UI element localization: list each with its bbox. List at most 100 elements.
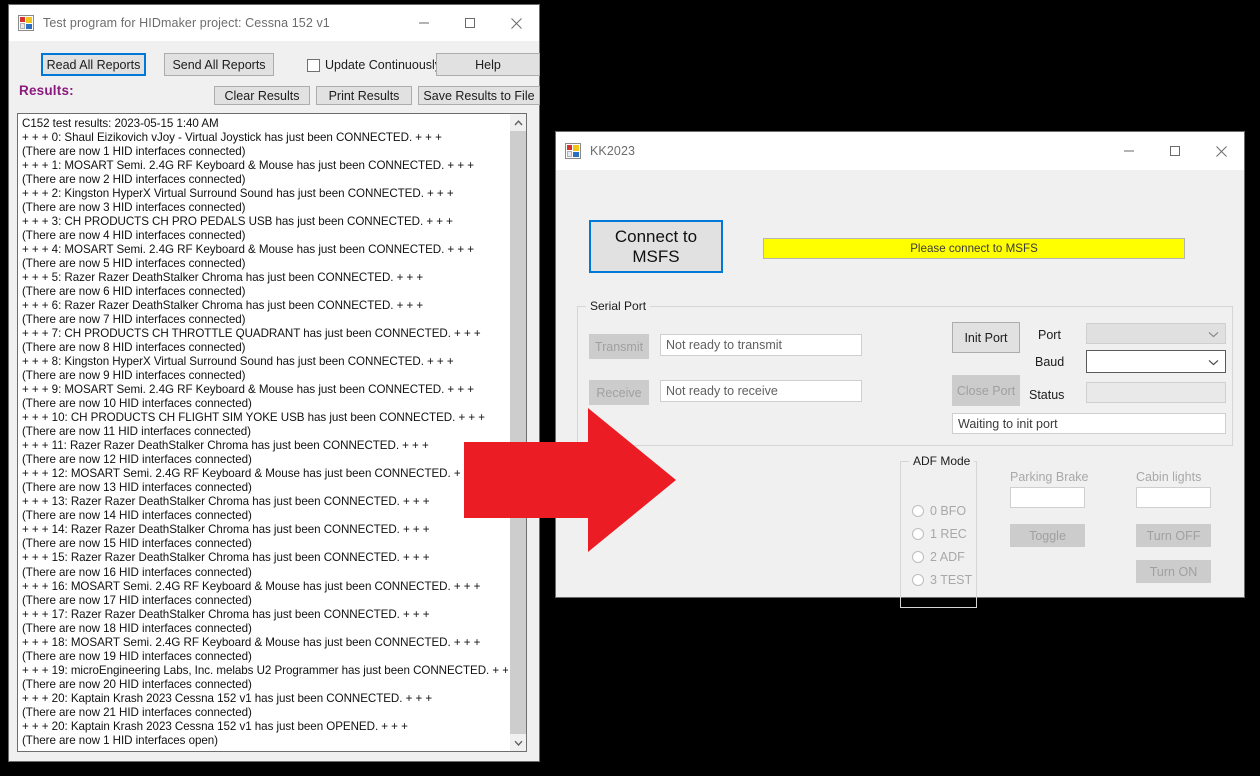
cabin-lights-field — [1136, 487, 1211, 508]
results-line: + + + 14: Razer Razer DeathStalker Chrom… — [22, 523, 430, 537]
chevron-down-icon — [1208, 327, 1219, 341]
results-line: (There are now 16 HID interfaces connect… — [22, 565, 252, 579]
adf-mode-option-2[interactable]: 2 ADF — [912, 550, 965, 564]
adf-mode-option-1[interactable]: 1 REC — [912, 527, 967, 541]
results-line: + + + 3: CH PRODUCTS CH PRO PEDALS USB h… — [22, 215, 453, 229]
results-line: + + + 4: MOSART Semi. 2.4G RF Keyboard &… — [22, 243, 474, 257]
results-line: + + + 12: MOSART Semi. 2.4G RF Keyboard … — [22, 467, 481, 481]
transmit-status-field[interactable]: Not ready to transmit — [660, 334, 862, 356]
results-line: (There are now 20 HID interfaces connect… — [22, 677, 252, 691]
results-line: + + + 19: microEngineering Labs, Inc. me… — [22, 663, 508, 677]
minimize-icon[interactable] — [401, 5, 447, 41]
receive-status-field[interactable]: Not ready to receive — [660, 380, 862, 402]
radio-icon — [912, 505, 924, 517]
results-line: (There are now 11 HID interfaces connect… — [22, 425, 251, 439]
app-grid-icon — [565, 143, 581, 159]
results-line: (There are now 17 HID interfaces connect… — [22, 593, 252, 607]
close-port-button[interactable]: Close Port — [952, 375, 1020, 406]
hidmaker-client-area: Read All Reports Send All Reports Update… — [9, 41, 540, 761]
titlebar-kk2023[interactable]: KK2023 — [556, 132, 1244, 170]
results-line: (There are now 5 HID interfaces connecte… — [22, 257, 246, 271]
results-line: (There are now 12 HID interfaces connect… — [22, 453, 252, 467]
init-port-button[interactable]: Init Port — [952, 322, 1020, 353]
cabin-lights-turn-off-button[interactable]: Turn OFF — [1136, 524, 1211, 547]
results-line: (There are now 21 HID interfaces connect… — [22, 705, 252, 719]
adf-mode-option-2-label: 2 ADF — [930, 550, 965, 564]
connect-to-msfs-button[interactable]: Connect to MSFS — [589, 220, 723, 273]
results-line: (There are now 9 HID interfaces connecte… — [22, 369, 246, 383]
window-title-kk2023: KK2023 — [590, 144, 636, 158]
results-line: (There are now 4 HID interfaces connecte… — [22, 229, 246, 243]
adf-mode-option-3-label: 3 TEST — [930, 573, 973, 587]
adf-mode-group: ADF Mode 0 BFO 1 REC 2 ADF 3 TEST — [900, 454, 977, 608]
results-text-content: C152 test results: 2023-05-15 1:40 AM + +… — [18, 114, 508, 751]
clear-results-button[interactable]: Clear Results — [214, 86, 310, 105]
window-controls-kk2023 — [1106, 132, 1244, 170]
desktop-background: Test program for HIDmaker project: Cessn… — [0, 0, 1260, 776]
results-line: + + + 11: Razer Razer DeathStalker Chrom… — [22, 439, 429, 453]
results-line: (There are now 1 HID interfaces connecte… — [22, 145, 246, 159]
cabin-lights-turn-on-button[interactable]: Turn ON — [1136, 560, 1211, 583]
save-results-to-file-button[interactable]: Save Results to File — [418, 86, 540, 105]
close-icon[interactable] — [493, 5, 539, 41]
read-all-reports-button[interactable]: Read All Reports — [41, 53, 146, 76]
results-line: + + + 10: CH PRODUCTS CH FLIGHT SIM YOKE… — [22, 411, 485, 425]
parking-brake-field — [1010, 487, 1085, 508]
results-line: + + + 5: Razer Razer DeathStalker Chroma… — [22, 271, 424, 285]
status-field — [1086, 382, 1226, 403]
results-line: + + + 13: Razer Razer DeathStalker Chrom… — [22, 495, 430, 509]
port-select[interactable] — [1086, 323, 1226, 344]
results-label: Results: — [19, 83, 74, 98]
results-line: (There are now 19 HID interfaces connect… — [22, 649, 252, 663]
results-line: + + + 18: MOSART Semi. 2.4G RF Keyboard … — [22, 635, 481, 649]
red-right-arrow-annotation — [464, 408, 676, 552]
cabin-lights-label: Cabin lights — [1136, 470, 1202, 484]
chevron-down-icon — [1208, 355, 1219, 369]
adf-mode-option-1-label: 1 REC — [930, 527, 967, 541]
app-grid-icon — [18, 15, 34, 31]
help-button[interactable]: Help — [436, 53, 540, 76]
parking-brake-label: Parking Brake — [1010, 470, 1089, 484]
print-results-button[interactable]: Print Results — [316, 86, 412, 105]
results-line: (There are now 15 HID interfaces connect… — [22, 537, 252, 551]
close-icon[interactable] — [1198, 132, 1244, 170]
results-line: + + + 2: Kingston HyperX Virtual Surroun… — [22, 187, 454, 201]
results-line: (There are now 10 HID interfaces connect… — [22, 397, 252, 411]
minimize-icon[interactable] — [1106, 132, 1152, 170]
results-output-box[interactable]: C152 test results: 2023-05-15 1:40 AM + +… — [17, 113, 527, 752]
results-line: + + + 20: Kaptain Krash 2023 Cessna 152 … — [22, 691, 433, 705]
baud-select[interactable] — [1086, 350, 1226, 373]
results-line: (There are now 13 HID interfaces connect… — [22, 481, 252, 495]
port-label: Port — [1038, 328, 1061, 342]
results-line: + + + 17: Razer Razer DeathStalker Chrom… — [22, 607, 430, 621]
send-all-reports-button[interactable]: Send All Reports — [164, 53, 274, 76]
update-continuously-label: Update Continuously — [325, 58, 442, 72]
adf-mode-option-3[interactable]: 3 TEST — [912, 573, 972, 587]
results-line: + + + 9: MOSART Semi. 2.4G RF Keyboard &… — [22, 383, 474, 397]
scroll-up-icon[interactable] — [510, 114, 526, 131]
maximize-icon[interactable] — [1152, 132, 1198, 170]
adf-mode-option-0[interactable]: 0 BFO — [912, 504, 966, 518]
port-state-field: Waiting to init port — [952, 413, 1226, 434]
titlebar-hidmaker[interactable]: Test program for HIDmaker project: Cessn… — [9, 5, 539, 41]
receive-button[interactable]: Receive — [589, 380, 649, 405]
parking-brake-toggle-button[interactable]: Toggle — [1010, 524, 1085, 547]
results-line: (There are now 2 HID interfaces connecte… — [22, 173, 246, 187]
results-line: + + + 0: Shaul Eizikovich vJoy - Virtual… — [22, 131, 442, 145]
results-line: + + + 1: MOSART Semi. 2.4G RF Keyboard &… — [22, 159, 474, 173]
transmit-button[interactable]: Transmit — [589, 334, 649, 359]
radio-icon — [912, 528, 924, 540]
adf-mode-option-0-label: 0 BFO — [930, 504, 967, 518]
results-line: + + + 6: Razer Razer DeathStalker Chroma… — [22, 299, 424, 313]
window-hidmaker-test-program: Test program for HIDmaker project: Cessn… — [8, 4, 540, 762]
results-line: (There are now 8 HID interfaces connecte… — [22, 341, 246, 355]
results-line: (There are now 14 HID interfaces connect… — [22, 509, 252, 523]
results-line: + + + 7: CH PRODUCTS CH THROTTLE QUADRAN… — [22, 327, 481, 341]
scroll-down-icon[interactable] — [510, 734, 526, 751]
serial-port-group-title: Serial Port — [586, 299, 651, 313]
results-line: (There are now 7 HID interfaces connecte… — [22, 313, 246, 327]
results-line: + + + 20: Kaptain Krash 2023 Cessna 152 … — [22, 719, 408, 733]
maximize-icon[interactable] — [447, 5, 493, 41]
update-continuously-checkbox[interactable] — [307, 59, 320, 72]
results-line: + + + 15: Razer Razer DeathStalker Chrom… — [22, 551, 430, 565]
